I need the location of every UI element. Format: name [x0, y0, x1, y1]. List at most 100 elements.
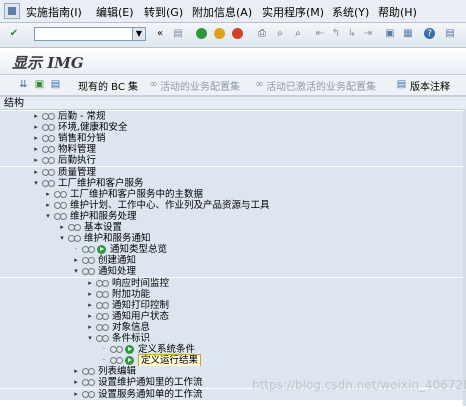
chevron-down-icon[interactable]: ▼	[132, 28, 145, 40]
tree-row[interactable]: ▸ 环境,健康和安全	[0, 122, 466, 134]
tree-row[interactable]: ▸ 列表编辑	[0, 366, 466, 378]
glasses-icon[interactable]	[96, 290, 109, 299]
doc-icon[interactable]: ▤	[50, 79, 61, 90]
tree-node-label[interactable]: 工厂维护和客户服务	[58, 178, 144, 189]
tree-node-label[interactable]: 维护和服务通知	[84, 233, 151, 244]
expand-node-icon[interactable]: ▸	[32, 144, 40, 155]
tree-node-label[interactable]: 后勤执行	[58, 155, 96, 166]
tree-row[interactable]: ▾ 维护和服务通知	[0, 233, 466, 245]
glasses-icon[interactable]	[42, 112, 55, 121]
tree-row[interactable]: ▾ 工厂维护和客户服务	[0, 177, 466, 189]
tree-node-label[interactable]: 创建通知	[98, 255, 136, 266]
tree-row[interactable]: ▸ 附加功能	[0, 288, 466, 300]
command-field[interactable]: ▼	[34, 27, 146, 41]
collapse-node-icon[interactable]: ▾	[32, 178, 40, 189]
save-icon[interactable]: ▤	[172, 28, 184, 40]
tree-node-label[interactable]: 通知类型总览	[110, 244, 167, 255]
tree-node-label[interactable]: 环境,健康和安全	[58, 122, 128, 133]
cancel-icon[interactable]	[232, 28, 243, 39]
glasses-icon[interactable]	[42, 156, 55, 165]
tree-node-label[interactable]: 通知处理	[98, 266, 136, 277]
find-next-icon[interactable]: ⌕	[292, 28, 304, 40]
execute-icon[interactable]	[125, 356, 134, 366]
collapse-node-icon[interactable]: ▾	[72, 266, 80, 277]
app-menu-icon[interactable]	[4, 3, 20, 19]
menu-utilities[interactable]: 实用程序(M)	[262, 4, 324, 20]
release-notes-button[interactable]: 版本注释	[410, 78, 450, 93]
glasses-icon[interactable]	[110, 356, 123, 365]
expand-all-icon[interactable]: ⇊	[18, 79, 29, 90]
active-bc-sets-button[interactable]: 活动的业务配置集	[160, 78, 240, 93]
first-page-icon[interactable]: ⇤	[314, 28, 326, 40]
expand-node-icon[interactable]: ▸	[58, 222, 66, 233]
execute-icon[interactable]	[125, 345, 134, 355]
glasses-icon[interactable]	[96, 323, 109, 332]
glasses-icon[interactable]	[42, 168, 55, 177]
expand-node-icon[interactable]: ▸	[32, 133, 40, 144]
menu-help[interactable]: 帮助(H)	[378, 4, 417, 20]
last-page-icon[interactable]: ⇥	[362, 28, 374, 40]
menu-edit[interactable]: 编辑(E)	[96, 4, 134, 20]
glasses-icon[interactable]	[54, 201, 67, 210]
activated-bc-sets-button[interactable]: 活动已激活的业务配置集	[266, 78, 376, 93]
collapse-node-icon[interactable]: ▾	[58, 233, 66, 244]
glasses-icon[interactable]	[82, 267, 95, 276]
menu-implementation-guide[interactable]: 实施指南(I)	[26, 4, 82, 20]
glasses-icon[interactable]	[68, 234, 81, 243]
customize-icon[interactable]: ▤	[444, 28, 456, 40]
tree-row[interactable]: ▸ 物料管理	[0, 144, 466, 156]
expand-node-icon[interactable]: ▸	[86, 322, 94, 333]
help-icon[interactable]: ?	[424, 28, 435, 39]
tree-row[interactable]: ▸ 通知打印控制	[0, 299, 466, 311]
tree-row[interactable]: · 定义运行结果	[0, 354, 466, 368]
tree-node-label[interactable]: 条件标识	[112, 333, 150, 344]
tree-node-label[interactable]: 工厂维护和客户服务中的主数据	[70, 189, 203, 200]
tree-node-label[interactable]: 后勤 - 常规	[58, 111, 105, 122]
tree-row[interactable]: ▸ 后勤 - 常规	[0, 111, 466, 122]
expand-node-icon[interactable]: ▸	[32, 111, 40, 122]
leaf-bullet-icon[interactable]: ·	[100, 355, 108, 366]
glasses-icon[interactable]	[42, 123, 55, 132]
glasses-icon[interactable]	[82, 390, 95, 399]
glasses-icon[interactable]	[54, 190, 67, 199]
glasses-icon[interactable]	[54, 212, 67, 221]
tree-node-label[interactable]: 对象信息	[112, 322, 150, 333]
glasses-icon[interactable]	[96, 301, 109, 310]
tree-node-label[interactable]: 质量管理	[58, 167, 96, 178]
menu-system[interactable]: 系统(Y)	[332, 4, 369, 20]
prev-page-icon[interactable]: ↰	[330, 28, 342, 40]
tree-row[interactable]: ▸ 响应时间监控	[0, 277, 466, 289]
tree-node-label[interactable]: 维护和服务处理	[70, 211, 137, 222]
glasses-icon[interactable]	[82, 256, 95, 265]
tree-row[interactable]: ▾ 维护和服务处理	[0, 210, 466, 222]
tree-row[interactable]: ▾ 条件标识	[0, 333, 466, 344]
glasses-icon[interactable]	[42, 145, 55, 154]
tree-node-label[interactable]: 维护计划、工作中心、作业列及产品资源与工具	[70, 200, 270, 211]
tree-node-label[interactable]: 定义运行结果	[138, 354, 202, 368]
expand-node-icon[interactable]: ▸	[44, 189, 52, 200]
tree-node-label[interactable]: 通知用户状态	[112, 311, 169, 322]
expand-node-icon[interactable]: ▸	[32, 167, 40, 178]
expand-node-icon[interactable]: ▸	[86, 300, 94, 311]
tree-row[interactable]: ▸ 维护计划、工作中心、作业列及产品资源与工具	[0, 199, 466, 211]
expand-node-icon[interactable]: ▸	[72, 377, 80, 388]
expand-node-icon[interactable]: ▸	[32, 155, 40, 166]
tree-row[interactable]: · 定义系统条件	[0, 344, 466, 356]
tree-row[interactable]: ▸ 后勤执行	[0, 155, 466, 167]
expand-node-icon[interactable]: ▸	[86, 278, 94, 289]
collapse-node-icon[interactable]: ▾	[86, 333, 94, 344]
glasses-icon[interactable]	[96, 279, 109, 288]
expand-node-icon[interactable]: ▸	[86, 311, 94, 322]
menu-extras[interactable]: 附加信息(A)	[192, 4, 252, 20]
tree-node-label[interactable]: 通知打印控制	[112, 300, 169, 311]
tree-node-label[interactable]: 响应时间监控	[112, 278, 169, 289]
find-icon[interactable]: ⌕	[274, 28, 286, 40]
execute-icon[interactable]	[97, 245, 106, 255]
expand-node-icon[interactable]: ▸	[72, 389, 80, 400]
glasses-icon[interactable]	[82, 378, 95, 387]
expand-node-icon[interactable]: ▸	[86, 289, 94, 300]
expand-subtree-icon[interactable]: ▣	[34, 79, 45, 90]
glasses-icon[interactable]	[42, 134, 55, 143]
expand-node-icon[interactable]: ▸	[72, 366, 80, 377]
glasses-icon[interactable]	[96, 312, 109, 321]
